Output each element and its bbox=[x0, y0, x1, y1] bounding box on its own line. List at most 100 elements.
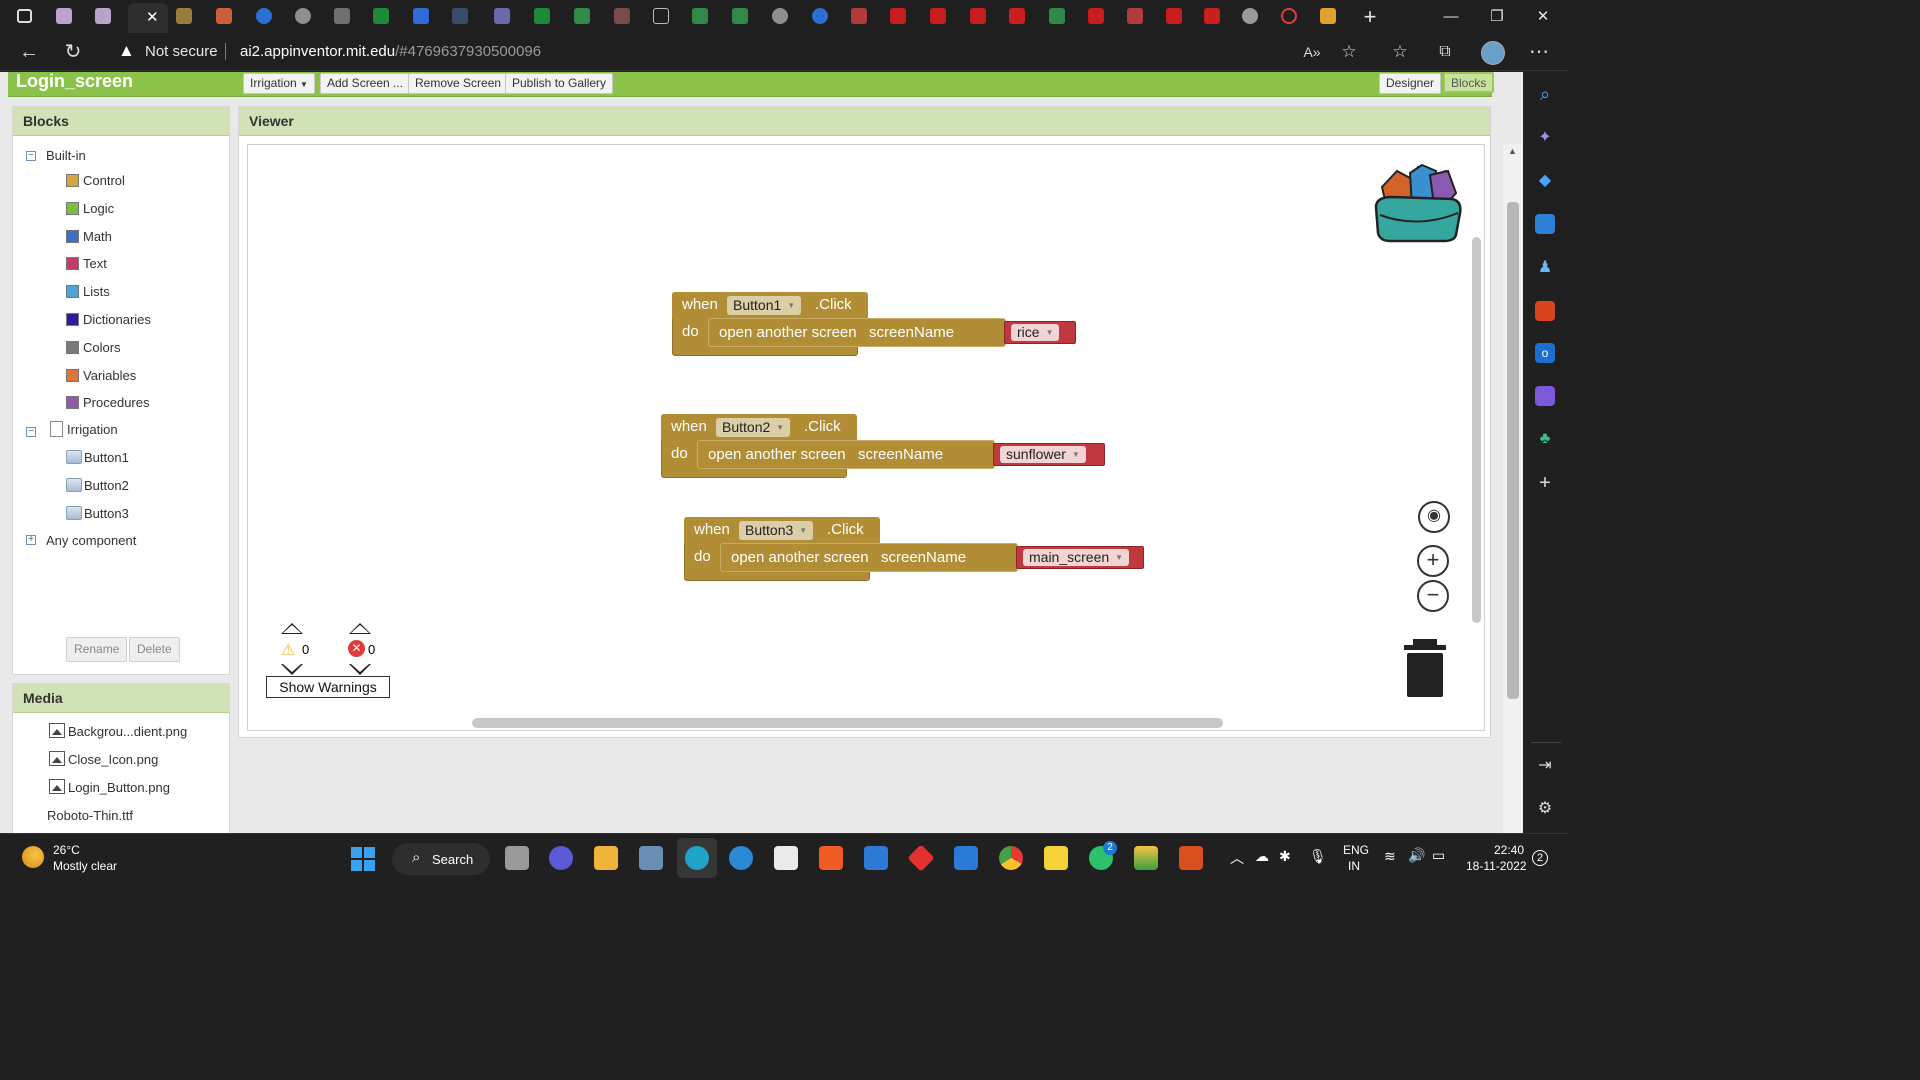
tab-favicon[interactable] bbox=[1242, 8, 1258, 24]
warning-icon[interactable]: ▲ bbox=[118, 41, 135, 61]
text-value-block[interactable]: rice ▼ bbox=[1004, 321, 1076, 344]
read-aloud-icon[interactable]: A» bbox=[1300, 41, 1324, 63]
page-scrollbar[interactable]: ▲ ▼ bbox=[1503, 144, 1523, 833]
media-item[interactable]: Close_Icon.png bbox=[49, 750, 158, 767]
zoom-in-icon[interactable]: + bbox=[1417, 545, 1449, 577]
tree-any-component[interactable]: Any component bbox=[46, 533, 136, 548]
tab-favicon[interactable] bbox=[930, 8, 946, 24]
screen-value-dropdown[interactable]: main_screen ▼ bbox=[1023, 549, 1130, 566]
close-tab-icon[interactable]: ✕ bbox=[146, 8, 159, 26]
tab-favicon[interactable] bbox=[970, 8, 986, 24]
zoom-out-icon[interactable]: − bbox=[1417, 580, 1449, 612]
prev-error-icon[interactable] bbox=[349, 623, 371, 634]
close-window-icon[interactable]: ✕ bbox=[1532, 6, 1554, 28]
tab-actions-icon[interactable] bbox=[17, 9, 32, 23]
text-value-block[interactable]: sunflower ▼ bbox=[993, 443, 1105, 466]
trash-icon[interactable] bbox=[1403, 639, 1447, 697]
mail-icon[interactable] bbox=[954, 846, 978, 870]
tab-favicon[interactable] bbox=[692, 8, 708, 24]
designer-icon[interactable] bbox=[1535, 386, 1555, 406]
scroll-thumb[interactable] bbox=[1507, 202, 1519, 699]
rename-button[interactable]: Rename bbox=[66, 637, 128, 662]
tab-favicon[interactable] bbox=[614, 8, 630, 24]
drop-icon[interactable]: ♣ bbox=[1535, 429, 1555, 449]
component-dropdown[interactable]: Button1 ▼ bbox=[727, 296, 802, 315]
workspace-hscroll[interactable] bbox=[472, 718, 1223, 728]
component-dropdown[interactable]: Button2 ▼ bbox=[716, 418, 791, 437]
chrome-icon[interactable] bbox=[999, 846, 1023, 870]
builtin-item[interactable]: Procedures bbox=[66, 395, 149, 410]
tab-favicon[interactable] bbox=[534, 8, 550, 24]
new-tab-icon[interactable]: + bbox=[1359, 6, 1381, 28]
minimize-icon[interactable]: — bbox=[1440, 6, 1462, 28]
battery-icon[interactable]: ▭ bbox=[1432, 847, 1445, 864]
builtin-item[interactable]: Logic bbox=[66, 201, 114, 216]
outlook-icon[interactable]: o bbox=[1535, 343, 1555, 363]
tab-favicon[interactable] bbox=[1009, 8, 1025, 24]
blocks-button[interactable]: Blocks bbox=[1443, 72, 1495, 93]
start-icon[interactable] bbox=[351, 847, 375, 871]
add-screen-button[interactable]: Add Screen ... bbox=[320, 73, 411, 94]
media-item[interactable]: Login_Button.png bbox=[49, 778, 170, 795]
delete-button[interactable]: Delete bbox=[129, 637, 180, 662]
collections-icon[interactable]: ⧉ bbox=[1433, 41, 1457, 63]
hide-sidebar-icon[interactable]: ⇥ bbox=[1535, 756, 1555, 776]
tab-favicon[interactable] bbox=[574, 8, 590, 24]
notification-badge[interactable]: 2 bbox=[1532, 850, 1548, 866]
tab-favicon[interactable] bbox=[452, 8, 468, 24]
weather-icon[interactable] bbox=[22, 846, 44, 868]
component-item[interactable]: Button3 bbox=[66, 505, 129, 521]
designer-button[interactable]: Designer bbox=[1379, 73, 1442, 94]
meet-icon[interactable] bbox=[549, 846, 573, 870]
url-field[interactable]: ▲ Not secure ai2.appinventor.mit.edu/#47… bbox=[110, 37, 1380, 67]
screen-value-dropdown[interactable]: rice ▼ bbox=[1011, 324, 1060, 341]
tab-favicon[interactable] bbox=[1049, 8, 1065, 24]
tree-screen[interactable]: Irrigation bbox=[50, 421, 118, 437]
refresh-icon[interactable]: ↻ bbox=[61, 41, 85, 63]
media-font-file[interactable]: Roboto-Thin.ttf bbox=[47, 808, 133, 823]
builtin-item[interactable]: Math bbox=[66, 229, 112, 244]
weather-temp[interactable]: 26°C bbox=[53, 843, 80, 857]
microphone-icon[interactable]: 🎙 bbox=[1309, 848, 1327, 865]
builtin-item[interactable]: Colors bbox=[66, 340, 121, 355]
show-warnings-button[interactable]: Show Warnings bbox=[266, 676, 390, 698]
volume-icon[interactable]: 🔊 bbox=[1408, 847, 1425, 864]
component-dropdown[interactable]: Button3 ▼ bbox=[739, 521, 814, 540]
weather-desc[interactable]: Mostly clear bbox=[53, 859, 117, 873]
screen-dropdown[interactable]: Irrigation ▼ bbox=[243, 73, 315, 94]
security-label[interactable]: Not secure bbox=[145, 43, 218, 60]
tab-favicon[interactable] bbox=[334, 8, 350, 24]
component-item[interactable]: Button2 bbox=[66, 477, 129, 493]
tab-favicon[interactable] bbox=[772, 8, 788, 24]
open-screen-block[interactable]: open another screen screenName bbox=[708, 318, 1006, 347]
tab-favicon[interactable] bbox=[1281, 8, 1297, 24]
language-primary[interactable]: ENG bbox=[1343, 843, 1369, 857]
copilot-icon[interactable]: ✦ bbox=[1535, 128, 1555, 148]
tab-favicon[interactable] bbox=[1088, 8, 1104, 24]
open-screen-block[interactable]: open another screen screenName bbox=[697, 440, 995, 469]
backpack-icon[interactable] bbox=[1372, 157, 1466, 243]
tab-favicon[interactable] bbox=[56, 8, 72, 24]
edge-icon[interactable] bbox=[685, 846, 709, 870]
tab-favicon[interactable] bbox=[851, 8, 867, 24]
active-tab[interactable]: ✕ bbox=[128, 3, 168, 33]
games-icon[interactable]: ♟ bbox=[1535, 258, 1555, 278]
language-region[interactable]: IN bbox=[1348, 859, 1360, 873]
tab-favicon[interactable] bbox=[812, 8, 828, 24]
more-icon[interactable]: ⋯ bbox=[1527, 41, 1551, 63]
collapse-builtin-icon[interactable]: − bbox=[26, 151, 36, 161]
tab-favicon[interactable] bbox=[732, 8, 748, 24]
publish-gallery-button[interactable]: Publish to Gallery bbox=[505, 73, 614, 94]
file-explorer-icon[interactable] bbox=[594, 846, 618, 870]
maximize-icon[interactable]: ❐ bbox=[1486, 6, 1508, 28]
app-icon[interactable] bbox=[907, 844, 935, 872]
next-error-icon[interactable] bbox=[349, 664, 371, 675]
remove-screen-button[interactable]: Remove Screen bbox=[408, 73, 509, 94]
tray-app-icon[interactable]: ☁ bbox=[1255, 848, 1269, 865]
tab-favicon[interactable] bbox=[95, 8, 111, 24]
wifi-icon[interactable]: ≋ bbox=[1384, 848, 1396, 865]
tab-favicon[interactable] bbox=[176, 8, 192, 24]
tray-chevron-icon[interactable]: ︿ bbox=[1230, 848, 1244, 868]
tab-favicon[interactable] bbox=[653, 8, 669, 24]
scroll-up-icon[interactable]: ▲ bbox=[1508, 146, 1517, 156]
